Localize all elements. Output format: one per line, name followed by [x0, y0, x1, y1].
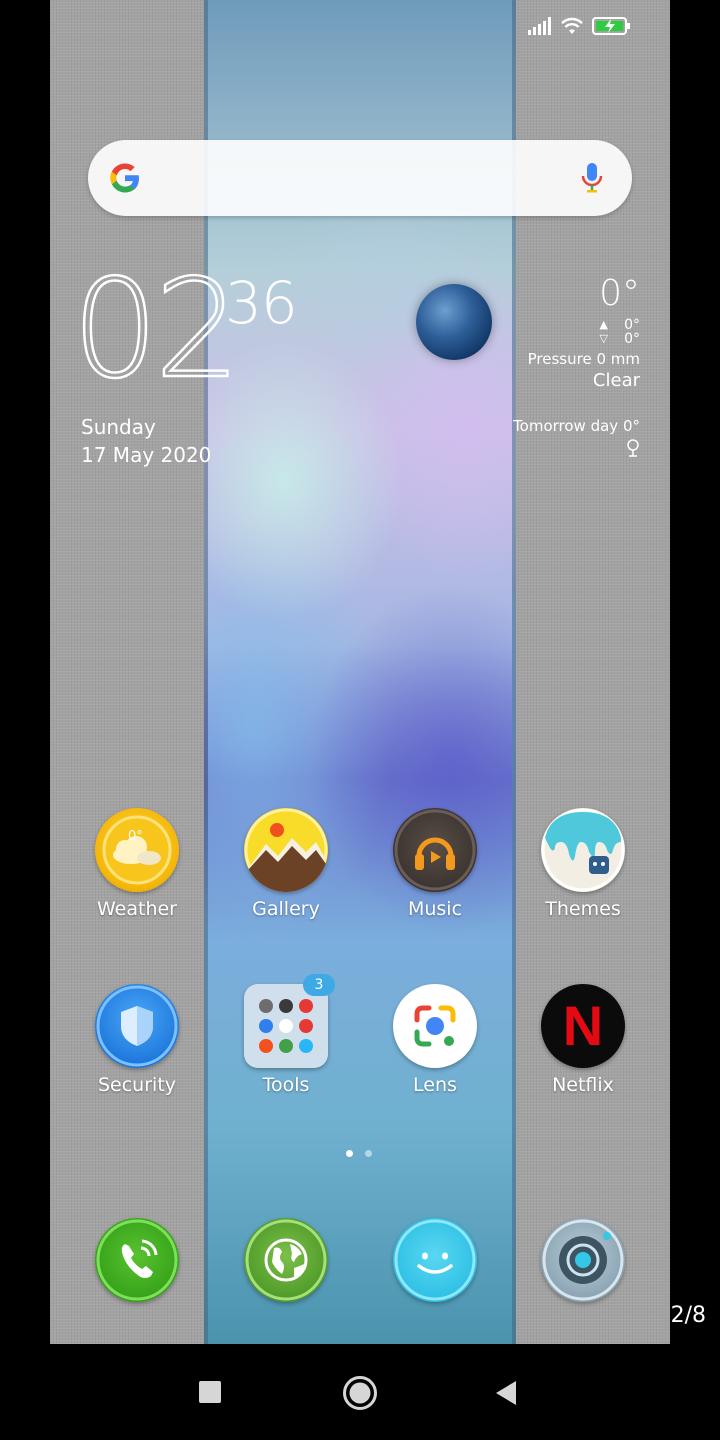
date-text: 17 May 2020 — [81, 443, 212, 467]
dock-messaging[interactable] — [370, 1218, 500, 1302]
location-pin-icon — [627, 439, 639, 457]
clock-minutes[interactable]: 36 — [225, 274, 298, 332]
app-lens[interactable]: Lens — [370, 984, 500, 1096]
camera-icon — [541, 1218, 625, 1302]
page-counter: 2/8 — [670, 1303, 706, 1328]
netflix-icon: N — [541, 984, 625, 1068]
app-label: Themes — [545, 898, 621, 920]
home-screen: 02 36 Sunday 17 May 2020 0° ▲ ▽ 0° 0° Pre… — [50, 0, 670, 1344]
gallery-icon — [244, 808, 328, 892]
app-weather[interactable]: 0° Weather — [72, 808, 202, 920]
weather-widget[interactable]: 0° ▲ ▽ 0° 0° Pressure 0 mm Clear Tomorrow… — [513, 276, 640, 461]
home-button[interactable] — [342, 1375, 378, 1411]
dock-phone[interactable] — [72, 1218, 202, 1302]
app-security[interactable]: Security — [72, 984, 202, 1096]
phone-icon — [95, 1218, 179, 1302]
weather-tomorrow: Tomorrow day 0° — [513, 417, 640, 435]
high-low-arrows-icon: ▲ ▽ — [599, 318, 608, 345]
status-bar — [528, 16, 632, 36]
weather-icon: 0° — [95, 808, 179, 892]
weather-icon-temp: 0° — [128, 829, 143, 844]
folder-icon: 3 — [244, 974, 335, 1068]
app-label: Gallery — [252, 898, 320, 920]
back-button[interactable] — [494, 1380, 518, 1406]
microphone-icon[interactable] — [580, 161, 604, 195]
day-name: Sunday — [81, 415, 156, 439]
signal-icon — [528, 17, 551, 35]
page-dot[interactable] — [365, 1150, 372, 1157]
app-label: Tools — [262, 1074, 310, 1096]
app-tools-folder[interactable]: 3 Tools — [221, 974, 351, 1096]
google-search-bar[interactable] — [88, 140, 632, 216]
battery-charging-icon — [592, 17, 630, 35]
weather-low: 0° — [624, 331, 640, 347]
app-label: Security — [97, 1074, 177, 1096]
app-themes[interactable]: Themes — [518, 808, 648, 920]
page-dot-active[interactable] — [346, 1150, 353, 1157]
dock-camera[interactable] — [518, 1218, 648, 1302]
weather-pressure: Pressure 0 mm — [527, 350, 640, 368]
weather-high-low: ▲ ▽ 0° 0° — [513, 318, 640, 346]
navigation-bar — [0, 1344, 720, 1440]
app-label: Lens — [413, 1074, 457, 1096]
app-netflix[interactable]: N Netflix — [518, 984, 648, 1096]
netflix-letter: N — [562, 994, 604, 1057]
google-g-logo — [110, 163, 139, 193]
themes-icon — [541, 808, 625, 892]
messaging-smile-icon — [393, 1218, 477, 1302]
lens-icon — [393, 984, 477, 1068]
security-shield-icon — [95, 984, 179, 1068]
music-icon — [393, 808, 477, 892]
browser-globe-icon — [244, 1218, 328, 1302]
app-music[interactable]: Music — [370, 808, 500, 920]
clock-hours[interactable]: 02 — [71, 261, 243, 400]
app-label: Music — [407, 898, 463, 920]
weather-temperature: 0° — [599, 273, 640, 314]
app-gallery[interactable]: Gallery — [221, 808, 351, 920]
recents-button[interactable] — [199, 1381, 221, 1403]
weather-condition: Clear — [592, 370, 640, 391]
weather-high: 0° — [624, 317, 640, 333]
notification-badge: 3 — [303, 974, 335, 996]
app-label: Netflix — [552, 1074, 614, 1096]
app-label: Weather — [97, 898, 177, 920]
planet-decoration — [416, 284, 492, 360]
page-indicator — [346, 1150, 372, 1157]
dock-browser[interactable] — [221, 1218, 351, 1302]
wifi-icon — [561, 17, 583, 34]
